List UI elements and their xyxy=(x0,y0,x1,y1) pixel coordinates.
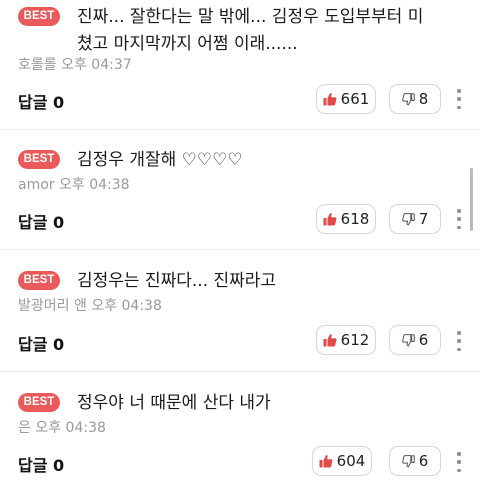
divider xyxy=(0,371,480,372)
reply-button[interactable]: 답글 0 xyxy=(18,209,64,233)
more-vertical-icon[interactable] xyxy=(454,89,464,109)
downvote-count: 7 xyxy=(418,210,429,228)
upvote-button[interactable]: 612 xyxy=(316,325,376,355)
comment-meta: 호롤롤 오후 04:37 xyxy=(18,54,132,74)
downvote-button[interactable]: 6 xyxy=(389,325,441,355)
reply-button[interactable]: 답글 0 xyxy=(18,331,64,355)
thumb-down-icon xyxy=(401,92,415,106)
more-vertical-icon[interactable] xyxy=(454,452,464,472)
comment-meta: amor 오후 04:38 xyxy=(18,174,130,194)
comment-author: 호롤롤 xyxy=(18,57,57,73)
thumb-down-icon xyxy=(401,454,415,468)
downvote-button[interactable]: 6 xyxy=(389,446,441,476)
reply-button[interactable]: 답글 0 xyxy=(18,452,64,476)
comment-meta: 발광머리 앤 오후 04:38 xyxy=(18,295,162,315)
upvote-button[interactable]: 618 xyxy=(316,204,376,234)
comment-header: BEST 김정우 개잘해 ♡♡♡♡ xyxy=(18,147,437,174)
comment-text: 정우야 너 때문에 산다 내가 xyxy=(77,393,271,413)
downvote-count: 6 xyxy=(418,331,429,349)
thumb-up-icon xyxy=(319,454,333,468)
comment-text: 김정우는 진짜다... 진짜라고 xyxy=(77,271,277,291)
comment-time: 오후 04:37 xyxy=(61,57,132,73)
divider xyxy=(0,249,480,250)
upvote-count: 612 xyxy=(340,331,370,349)
thumb-up-icon xyxy=(323,333,337,347)
comment-author: 은 xyxy=(18,420,31,436)
comment-text: 김정우 개잘해 ♡♡♡♡ xyxy=(77,150,243,170)
comment-meta: 은 오후 04:38 xyxy=(18,417,106,437)
downvote-button[interactable]: 7 xyxy=(389,204,441,234)
more-vertical-icon[interactable] xyxy=(454,209,464,229)
comment-header: BEST 김정우는 진짜다... 진짜라고 xyxy=(18,268,437,295)
best-badge: BEST xyxy=(18,393,60,412)
comment-author: amor xyxy=(18,177,55,193)
thumb-down-icon xyxy=(401,333,415,347)
thumb-down-icon xyxy=(401,212,415,226)
comment-header: BEST 정우야 너 때문에 산다 내가 xyxy=(18,390,437,417)
best-badge: BEST xyxy=(18,271,60,290)
comment-author: 발광머리 앤 xyxy=(18,298,87,314)
divider xyxy=(0,129,480,130)
comment-time: 오후 04:38 xyxy=(91,298,162,314)
comment-item: BEST 진짜... 잘한다는 말 밖에... 김정우 도입부부터 미쳤고 마지… xyxy=(0,0,480,130)
comment-time: 오후 04:38 xyxy=(59,177,130,193)
downvote-count: 6 xyxy=(418,452,429,470)
upvote-button[interactable]: 604 xyxy=(312,446,372,476)
best-badge: BEST xyxy=(18,150,60,169)
comment-header: BEST 진짜... 잘한다는 말 밖에... 김정우 도입부부터 미쳤고 마지… xyxy=(18,4,437,58)
upvote-count: 661 xyxy=(340,90,370,108)
scrollbar-thumb[interactable] xyxy=(470,168,473,231)
downvote-count: 8 xyxy=(418,90,429,108)
downvote-button[interactable]: 8 xyxy=(389,84,441,114)
upvote-button[interactable]: 661 xyxy=(316,84,376,114)
comment-time: 오후 04:38 xyxy=(35,420,106,436)
comment-text: 진짜... 잘한다는 말 밖에... 김정우 도입부부터 미쳤고 마지막까지 어… xyxy=(77,7,424,54)
thumb-up-icon xyxy=(323,212,337,226)
more-vertical-icon[interactable] xyxy=(454,331,464,351)
reply-button[interactable]: 답글 0 xyxy=(18,89,64,113)
thumb-up-icon xyxy=(323,92,337,106)
upvote-count: 618 xyxy=(340,210,370,228)
upvote-count: 604 xyxy=(336,452,366,470)
best-badge: BEST xyxy=(18,7,60,26)
